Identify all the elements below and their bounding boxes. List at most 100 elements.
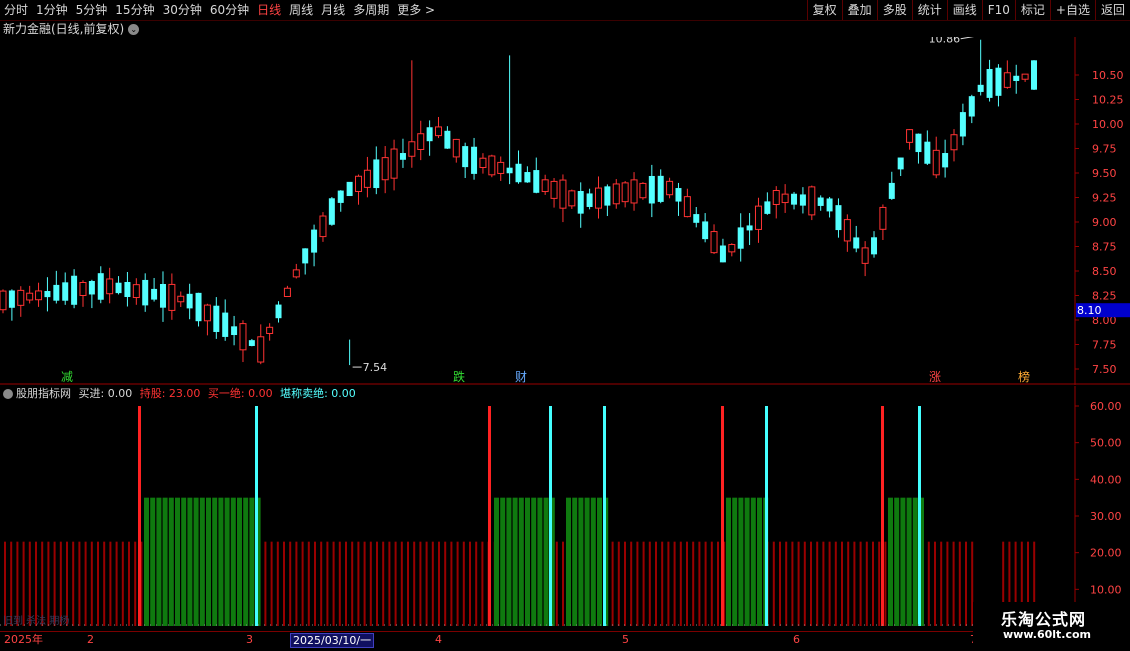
tool-button-3[interactable]: 统计 <box>911 0 947 20</box>
tool-button-1[interactable]: 叠加 <box>841 0 877 20</box>
date-year: 2025年 <box>4 633 43 646</box>
tab-0[interactable]: 分时 <box>0 0 32 20</box>
signal-bar-green <box>912 497 918 626</box>
candle-body <box>568 190 576 207</box>
hold-bar <box>425 541 428 626</box>
hold-bar <box>642 541 645 626</box>
candle-body <box>781 193 789 204</box>
hold-bar <box>803 541 806 626</box>
current-price-label: 8.10 <box>1077 304 1102 317</box>
candle-body <box>239 323 247 351</box>
sell-signal-bar <box>765 406 768 626</box>
event-marker[interactable]: 财 <box>515 370 527 384</box>
indicator-chart[interactable]: 60.00 50.00 40.00 30.00 20.00 10.00 <box>0 386 1130 632</box>
event-marker[interactable]: 跌 <box>453 369 465 384</box>
candle-body <box>612 183 620 205</box>
date-month-6: 6 <box>793 633 800 646</box>
tool-button-5[interactable]: F10 <box>981 0 1015 20</box>
hold-bar <box>462 541 465 626</box>
hold-bar <box>382 541 385 626</box>
event-marker[interactable]: 减 <box>61 370 73 384</box>
candle-body <box>97 273 104 300</box>
candle-body <box>764 201 771 214</box>
signal-bar-green <box>144 497 149 626</box>
candle-body <box>515 163 522 183</box>
date-crosshair-label: 2025/03/10/一 <box>290 633 375 648</box>
hold-bar <box>270 541 273 626</box>
hold-bar <box>407 541 409 626</box>
candle-body <box>266 326 274 334</box>
hold-bar <box>940 541 943 626</box>
hold-bar <box>853 541 856 626</box>
tab-9[interactable]: 多周期 <box>349 0 393 20</box>
hold-bar <box>617 541 620 626</box>
candlestick-chart[interactable]: 10.50 10.25 10.00 9.75 9.50 9.25 9.00 8.75 8.50 8… <box>0 37 1130 385</box>
candle-body <box>932 149 940 176</box>
hold-bar <box>934 541 936 626</box>
hold-bar <box>332 541 335 626</box>
faint-overlay-text: 旧到 杀法 期杨 <box>3 616 70 627</box>
price-tick-label: 10.25 <box>1092 94 1124 107</box>
hold-bar <box>698 541 701 626</box>
event-marker[interactable]: 榜 <box>1018 369 1030 384</box>
hold-bar <box>376 541 378 626</box>
hold-bar <box>865 541 868 626</box>
tab-6[interactable]: 日线 <box>253 0 285 20</box>
candle-body <box>986 69 993 98</box>
tool-button-4[interactable]: 画线 <box>946 0 982 20</box>
hold-bar <box>822 541 825 626</box>
candle-body <box>817 197 824 206</box>
hold-bar <box>134 541 137 626</box>
candle-body <box>168 283 176 311</box>
tool-button-7[interactable]: +自选 <box>1049 0 1095 20</box>
candle-body <box>604 186 611 206</box>
chevron-down-icon[interactable]: ⌄ <box>128 24 140 35</box>
tab-5[interactable]: 60分钟 <box>206 0 253 20</box>
tool-button-8[interactable]: 返回 <box>1094 0 1130 20</box>
tab-2[interactable]: 5分钟 <box>72 0 112 20</box>
candle-body <box>346 181 353 197</box>
hold-bar <box>97 541 99 626</box>
candle-body <box>88 280 95 295</box>
tab-1[interactable]: 1分钟 <box>32 0 72 20</box>
indicator-tick-label: 30.00 <box>1090 510 1122 523</box>
tab-4[interactable]: 30分钟 <box>159 0 206 20</box>
stock-title[interactable]: 新力金融(日线,前复权) ⌄ <box>3 21 140 37</box>
hold-bar <box>562 541 564 626</box>
candle-body <box>861 247 869 264</box>
tab-7[interactable]: 周线 <box>285 0 317 20</box>
hold-bar <box>444 541 447 626</box>
signal-bar-green <box>518 497 524 626</box>
signal-bar-green <box>218 497 224 626</box>
buy-signal-bar <box>138 406 141 626</box>
signal-bar-green <box>494 497 499 626</box>
hold-bar <box>797 541 800 626</box>
tab-8[interactable]: 月线 <box>317 0 349 20</box>
tool-button-2[interactable]: 多股 <box>876 0 912 20</box>
signal-bar-green <box>500 497 506 626</box>
signal-bar-green <box>187 497 193 626</box>
candle-body <box>426 127 433 142</box>
event-marker[interactable]: 涨 <box>929 369 941 384</box>
signal-bar-green <box>900 497 906 626</box>
price-tick-label: 9.75 <box>1092 143 1117 156</box>
candle-body <box>675 188 682 202</box>
tool-button-0[interactable]: 复权 <box>806 0 842 20</box>
signal-bar-green <box>750 497 756 626</box>
tab-10[interactable]: 更多 > <box>393 0 439 20</box>
signal-bar-green <box>168 497 174 626</box>
hold-bar <box>78 541 81 626</box>
hold-bar <box>611 541 614 626</box>
hold-bar <box>438 541 440 626</box>
candle-body <box>843 219 851 242</box>
tab-3[interactable]: 15分钟 <box>111 0 158 20</box>
tool-button-6[interactable]: 标记 <box>1014 0 1050 20</box>
candle-body <box>462 146 469 168</box>
hold-bar <box>450 541 453 626</box>
candle-body <box>177 295 185 303</box>
candle-body <box>639 182 647 199</box>
buy-signal-bar <box>721 406 724 626</box>
hold-bar <box>326 541 329 626</box>
candle-body <box>26 292 34 301</box>
candle-body <box>586 193 593 207</box>
